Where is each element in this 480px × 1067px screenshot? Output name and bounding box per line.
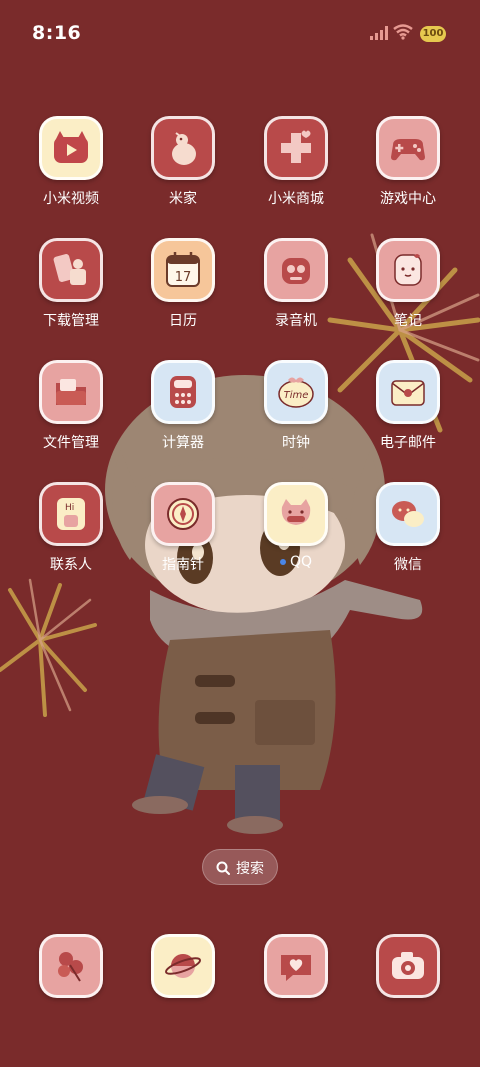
- wechat-bubbles-icon: [376, 482, 440, 546]
- app-label: 联系人: [50, 557, 92, 573]
- app-wechat[interactable]: 微信: [358, 482, 458, 574]
- search-label: 搜索: [236, 861, 264, 877]
- status-time: 8:16: [32, 22, 82, 44]
- app-label: 指南针: [162, 557, 204, 573]
- dock-item-browser[interactable]: [133, 934, 233, 998]
- app-calendar[interactable]: 17 日历: [133, 238, 233, 330]
- app-mi-store[interactable]: 小米商城: [246, 116, 346, 208]
- gamepad-icon: [376, 116, 440, 180]
- app-compass[interactable]: 指南针: [133, 482, 233, 574]
- app-file-manager[interactable]: 文件管理: [21, 360, 121, 452]
- app-label: 时钟: [282, 435, 310, 451]
- contacts-icon: Hi: [39, 482, 103, 546]
- battery-indicator: 100: [420, 26, 446, 42]
- app-recorder[interactable]: 录音机: [246, 238, 346, 330]
- calendar-day: 17: [175, 270, 192, 285]
- envelope-icon: [376, 360, 440, 424]
- app-label: 录音机: [275, 313, 317, 329]
- app-label: 米家: [169, 191, 197, 207]
- download-box-icon: [39, 238, 103, 302]
- dock-item-camera[interactable]: [358, 934, 458, 998]
- calendar-icon: 17: [151, 238, 215, 302]
- app-calculator[interactable]: 计算器: [133, 360, 233, 452]
- contacts-badge-text: Hi: [65, 503, 74, 513]
- status-bar: 8:16 100: [0, 0, 480, 70]
- app-contacts[interactable]: Hi 联系人: [21, 482, 121, 574]
- search-icon: [216, 861, 230, 875]
- planet-icon: [151, 934, 215, 998]
- app-label: 计算器: [162, 435, 204, 451]
- app-label: 游戏中心: [380, 191, 436, 207]
- app-mijia[interactable]: 米家: [133, 116, 233, 208]
- app-email[interactable]: 电子邮件: [358, 360, 458, 452]
- app-label: 电子邮件: [380, 435, 436, 451]
- plus-heart-icon: [264, 116, 328, 180]
- camera-icon: [376, 934, 440, 998]
- dock-item-phone[interactable]: [21, 934, 121, 998]
- app-label: 微信: [394, 557, 422, 573]
- app-clock[interactable]: Time 时钟: [246, 360, 346, 452]
- calculator-icon: [151, 360, 215, 424]
- app-label: 下载管理: [43, 313, 99, 329]
- flower-icon: [39, 934, 103, 998]
- folder-icon: [39, 360, 103, 424]
- app-notes[interactable]: 笔记: [358, 238, 458, 330]
- notes-face-icon: [376, 238, 440, 302]
- video-icon: [39, 116, 103, 180]
- dock-item-messages[interactable]: [246, 934, 346, 998]
- compass-icon: [151, 482, 215, 546]
- app-label: 日历: [169, 313, 197, 329]
- clock-text: Time: [284, 390, 309, 401]
- home-bird-icon: [151, 116, 215, 180]
- clock-icon: Time: [264, 360, 328, 424]
- cellular-signal-icon: [370, 26, 388, 40]
- search-button[interactable]: 搜索: [202, 849, 278, 885]
- app-label: 笔记: [394, 313, 422, 329]
- app-label: QQ: [246, 554, 346, 570]
- app-game-center[interactable]: 游戏中心: [358, 116, 458, 208]
- app-label: 文件管理: [43, 435, 99, 451]
- app-label: 小米商城: [268, 191, 324, 207]
- heart-chat-icon: [264, 934, 328, 998]
- app-mi-video[interactable]: 小米视频: [21, 116, 121, 208]
- recorder-robot-icon: [264, 238, 328, 302]
- qq-cat-icon: [264, 482, 328, 546]
- app-download-manager[interactable]: 下载管理: [21, 238, 121, 330]
- wifi-icon: [393, 24, 413, 40]
- new-install-dot: [279, 559, 286, 565]
- app-label: 小米视频: [43, 191, 99, 207]
- app-qq[interactable]: QQ: [246, 482, 346, 570]
